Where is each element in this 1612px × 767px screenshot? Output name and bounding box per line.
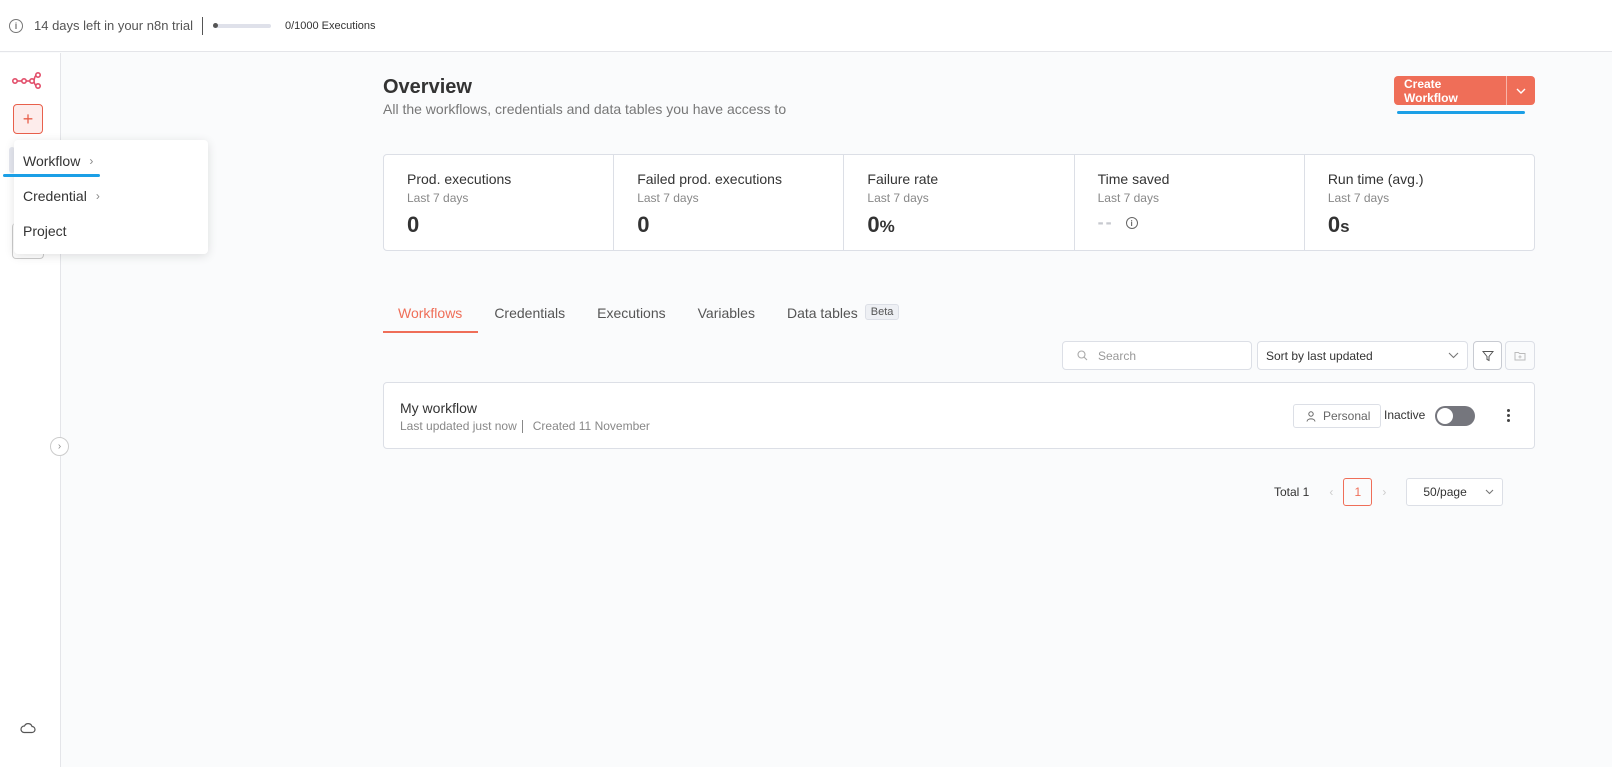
- more-options-icon[interactable]: [1500, 405, 1516, 425]
- create-workflow-split-button: Create Workflow: [1394, 76, 1535, 105]
- stat-number: 0: [1327, 212, 1341, 237]
- add-button[interactable]: +: [13, 104, 43, 134]
- workflow-updated: Last updated just now: [400, 419, 517, 433]
- cloud-icon[interactable]: [20, 721, 36, 739]
- tabs: Workflows Credentials Executions Variabl…: [383, 304, 915, 333]
- stat-label: Prod. executions: [407, 171, 512, 187]
- next-page-icon[interactable]: ›: [1382, 485, 1386, 499]
- stat-number: --: [1097, 212, 1114, 232]
- menu-item-credential[interactable]: Credential ›: [23, 188, 100, 204]
- stat-label: Failed prod. executions: [637, 171, 782, 187]
- stat-prod-executions[interactable]: Prod. executions Last 7 days 0: [384, 155, 615, 250]
- menu-item-workflow[interactable]: Workflow ›: [23, 153, 93, 169]
- menu-item-project[interactable]: Project: [23, 223, 67, 239]
- filter-button[interactable]: [1473, 341, 1502, 370]
- executions-count: 0/1000 Executions: [284, 19, 376, 32]
- page-title: Overview: [383, 76, 472, 98]
- stat-value: 0%: [867, 212, 1050, 238]
- collapse-sidebar-button[interactable]: ›: [50, 437, 69, 456]
- prev-page-icon[interactable]: ‹: [1329, 485, 1333, 499]
- tab-executions[interactable]: Executions: [581, 305, 681, 333]
- chevron-down-icon: [1485, 489, 1494, 495]
- create-workflow-button[interactable]: Create Workflow: [1394, 76, 1506, 105]
- chevron-down-icon: [1448, 352, 1459, 359]
- menu-item-label: Workflow: [23, 153, 81, 169]
- stat-label: Failure rate: [867, 171, 939, 187]
- stat-value: 0: [637, 212, 650, 237]
- tab-data-tables[interactable]: Data tables Beta: [771, 304, 915, 333]
- beta-badge: Beta: [864, 304, 900, 320]
- owner-label: Personal: [1323, 409, 1371, 423]
- page-subtitle: All the workflows, credentials and data …: [383, 101, 787, 117]
- stat-value: 0: [407, 212, 420, 237]
- stat-unit: s: [1340, 217, 1350, 236]
- stat-value: -- i: [1098, 212, 1281, 233]
- owner-badge[interactable]: Personal: [1293, 404, 1382, 428]
- stat-unit: %: [879, 217, 895, 236]
- stat-period: Last 7 days: [1097, 191, 1159, 205]
- insights-summary: Prod. executions Last 7 days 0 Failed pr…: [383, 154, 1535, 251]
- tab-variables[interactable]: Variables: [682, 305, 771, 333]
- activate-toggle[interactable]: [1435, 406, 1475, 426]
- new-folder-button[interactable]: [1505, 341, 1535, 370]
- stat-period: Last 7 days: [637, 191, 699, 205]
- workflow-meta: Last updated just now Created 11 November: [400, 419, 650, 434]
- stat-period: Last 7 days: [867, 191, 929, 205]
- pagination: Total 1 ‹ 1 › 50/page: [1274, 478, 1504, 506]
- stat-failure-rate[interactable]: Failure rate Last 7 days 0%: [844, 155, 1075, 250]
- chevron-right-icon: ›: [89, 154, 94, 168]
- divider: [201, 16, 203, 35]
- tab-workflows[interactable]: Workflows: [383, 305, 479, 333]
- stat-label: Run time (avg.): [1327, 171, 1424, 187]
- info-icon[interactable]: i: [1125, 217, 1138, 230]
- status-label: Inactive: [1384, 408, 1426, 422]
- folder-plus-icon: [1514, 351, 1526, 360]
- search-input[interactable]: Search: [1062, 341, 1252, 370]
- sort-select[interactable]: Sort by last updated: [1257, 341, 1468, 370]
- info-icon: i: [9, 18, 23, 33]
- search-icon: [1077, 350, 1088, 361]
- workflow-name[interactable]: My workflow: [400, 400, 477, 416]
- menu-item-label: Project: [23, 223, 67, 239]
- create-options-dropdown[interactable]: [1506, 76, 1535, 105]
- stat-period: Last 7 days: [1327, 191, 1390, 205]
- highlight-underline: [3, 174, 100, 177]
- n8n-logo-icon[interactable]: [11, 71, 42, 94]
- stat-label: Time saved: [1097, 171, 1170, 187]
- highlight-underline: [1397, 111, 1525, 114]
- stat-value: 0s: [1328, 212, 1511, 238]
- menu-item-label: Credential: [23, 188, 87, 204]
- tab-label: Data tables: [786, 305, 858, 321]
- chevron-down-icon: [1516, 88, 1526, 94]
- user-icon: [1306, 410, 1316, 422]
- stat-failed-executions[interactable]: Failed prod. executions Last 7 days 0: [614, 155, 845, 250]
- total-count: Total 1: [1274, 485, 1310, 499]
- filter-icon: [1481, 350, 1494, 361]
- tab-credentials[interactable]: Credentials: [478, 305, 581, 333]
- stat-period: Last 7 days: [407, 191, 469, 205]
- page-size-select[interactable]: 50/page: [1406, 478, 1504, 506]
- search-placeholder: Search: [1098, 348, 1137, 363]
- stat-time-saved[interactable]: Time saved Last 7 days -- i: [1075, 155, 1305, 250]
- create-menu: Workflow › Credential › Project: [3, 140, 208, 254]
- sort-value: Sort by last updated: [1266, 348, 1373, 363]
- workflow-card[interactable]: My workflow Last updated just now Created…: [383, 382, 1535, 449]
- chevron-right-icon: ›: [95, 189, 100, 203]
- trial-text: 14 days left in your n8n trial: [34, 18, 193, 33]
- workflow-created: Created 11 November: [532, 419, 650, 433]
- page-size-value: 50/page: [1423, 485, 1467, 499]
- executions-progress-bar: [212, 23, 271, 28]
- stat-number: 0: [867, 212, 880, 237]
- divider: [521, 420, 523, 434]
- stat-run-time[interactable]: Run time (avg.) Last 7 days 0s: [1305, 155, 1534, 250]
- page-button-current[interactable]: 1: [1343, 478, 1373, 506]
- trial-banner: i 14 days left in your n8n trial 0/1000 …: [0, 0, 1612, 52]
